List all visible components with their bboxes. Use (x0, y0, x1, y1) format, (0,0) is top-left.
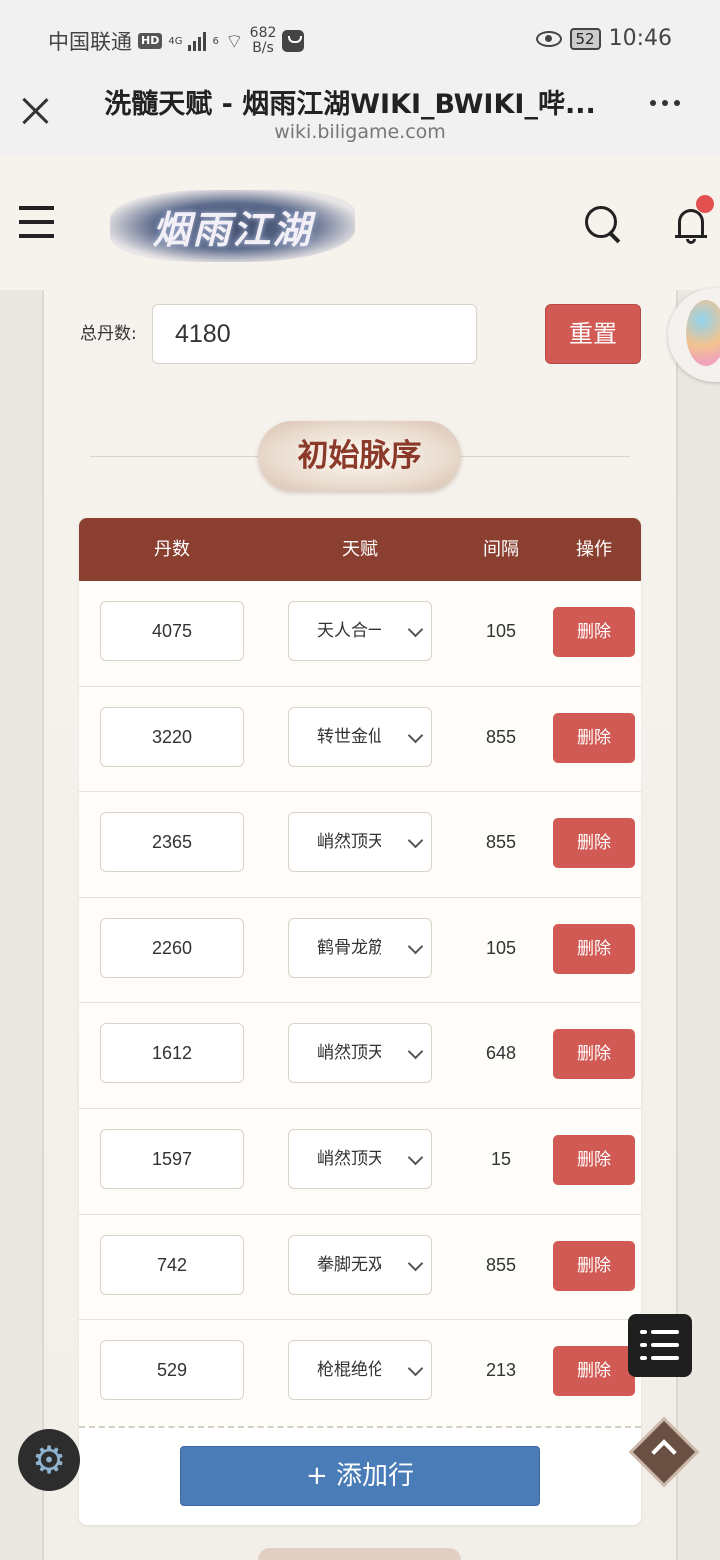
delete-button[interactable]: 删除 (553, 1135, 635, 1185)
dan-input[interactable]: 3220 (100, 706, 244, 767)
page-url[interactable]: wiki.biligame.com (100, 121, 620, 143)
section-title: 初始脉序 (258, 421, 461, 491)
eye-icon (535, 30, 562, 47)
list-icon[interactable] (628, 1314, 692, 1377)
talent-select[interactable]: 峭然顶天 (288, 1129, 432, 1189)
table-divider (79, 1426, 641, 1428)
table-row: 1612 峭然顶天 648 删除 (79, 1003, 641, 1109)
chevron-down-icon (407, 621, 424, 638)
dan-input[interactable]: 2365 (100, 812, 244, 873)
gap-value: 105 (485, 937, 517, 958)
signal-icon (188, 31, 207, 51)
battery-icon: 52 (569, 27, 601, 50)
gap-value: 855 (485, 1254, 517, 1275)
gap-value: 105 (485, 621, 517, 641)
delete-button[interactable]: 删除 (553, 607, 635, 657)
gap-value: 855 (485, 726, 517, 747)
table-row: 742 拳脚无双 855 删除 (79, 1214, 641, 1321)
total-dan-input[interactable]: 4180 (152, 304, 477, 364)
table-row: 529 枪棍绝伦 213 删除 (79, 1320, 641, 1426)
close-icon[interactable] (18, 94, 54, 130)
wifi-label: 6 (212, 35, 219, 47)
total-dan-label: 总丹数: (80, 324, 137, 344)
status-left: 中国联通 HD 4G 6 ⌔ 682 B/s (48, 25, 305, 56)
header-action: 操作 (576, 539, 612, 560)
reset-button[interactable]: 重置 (545, 304, 641, 364)
more-icon[interactable] (650, 100, 680, 106)
page-title: 洗髓天赋 - 烟雨江湖WIKI_BWIKI_哔... (104, 89, 596, 120)
carrier-name: 中国联通 (48, 30, 132, 54)
net-speed: 682 B/s (249, 25, 277, 56)
delete-button[interactable]: 删除 (553, 923, 635, 974)
next-section-title (258, 1548, 461, 1560)
chevron-down-icon (407, 1149, 424, 1166)
dan-input[interactable]: 529 (100, 1340, 244, 1401)
delete-button[interactable]: 删除 (553, 1346, 635, 1397)
dan-input[interactable]: 2260 (100, 917, 244, 978)
talent-select[interactable]: 枪棍绝伦 (288, 1340, 432, 1401)
gap-value: 855 (485, 832, 517, 853)
clock: 10:46 (608, 26, 672, 51)
talent-select[interactable]: 拳脚无双 (288, 1234, 432, 1295)
hd-badge: HD (138, 33, 163, 49)
talent-select[interactable]: 鹤骨龙筋 (288, 917, 432, 978)
chevron-down-icon (407, 1360, 424, 1377)
table-header: 丹数 天赋 间隔 操作 (79, 518, 641, 581)
delete-button[interactable]: 删除 (553, 712, 635, 763)
chevron-down-icon (407, 727, 424, 743)
talent-select[interactable]: 峭然顶天 (288, 812, 432, 873)
header-dan: 丹数 (154, 539, 190, 560)
chevron-down-icon (407, 832, 424, 849)
delete-button[interactable]: 删除 (553, 818, 635, 869)
table-row: 1597 峭然顶天 15 删除 (79, 1109, 641, 1215)
search-icon[interactable] (585, 206, 623, 244)
network-type: 4G (168, 35, 183, 47)
dan-input[interactable]: 4075 (100, 601, 244, 661)
header-gap: 间隔 (483, 539, 519, 560)
dan-input[interactable]: 1597 (100, 1129, 244, 1189)
chevron-down-icon (407, 1044, 424, 1060)
dan-input[interactable]: 1612 (100, 1023, 244, 1084)
talent-table: 丹数 天赋 间隔 操作 4075 天人合一 105 删除 3220 转世金仙 8… (79, 518, 641, 1525)
menu-icon[interactable] (19, 206, 55, 238)
table-row: 2260 鹤骨龙筋 105 删除 (79, 897, 641, 1004)
dan-input[interactable]: 742 (100, 1234, 244, 1295)
talent-select[interactable]: 峭然顶天 (288, 1023, 432, 1084)
delete-button[interactable]: 删除 (553, 1029, 635, 1080)
notification-dot (696, 195, 714, 213)
table-row: 3220 转世金仙 855 删除 (79, 686, 641, 793)
delete-button[interactable]: 删除 (553, 1240, 635, 1291)
chevron-down-icon (407, 1255, 424, 1271)
table-row: 4075 天人合一 105 删除 (79, 581, 641, 687)
gap-value: 15 (490, 1149, 512, 1169)
wifi-icon: ⌔ (224, 28, 244, 53)
header-talent: 天赋 (342, 539, 378, 560)
table-row: 2365 峭然顶天 855 删除 (79, 792, 641, 898)
talent-select[interactable]: 转世金仙 (288, 706, 432, 767)
message-icon (282, 30, 305, 52)
chevron-down-icon (407, 938, 424, 955)
gap-value: 213 (485, 1360, 517, 1381)
site-logo[interactable]: 烟雨江湖 (110, 190, 355, 262)
add-row-button[interactable]: + 添加行 (180, 1446, 540, 1506)
assistant-avatar-icon (686, 300, 720, 366)
talent-select[interactable]: 天人合一 (288, 601, 432, 661)
status-right: 52 10:46 (535, 26, 672, 51)
status-bar: 中国联通 HD 4G 6 ⌔ 682 B/s 52 10:46 (0, 0, 720, 78)
gear-icon[interactable]: ⚙ (18, 1429, 80, 1491)
gap-value: 648 (485, 1043, 517, 1064)
